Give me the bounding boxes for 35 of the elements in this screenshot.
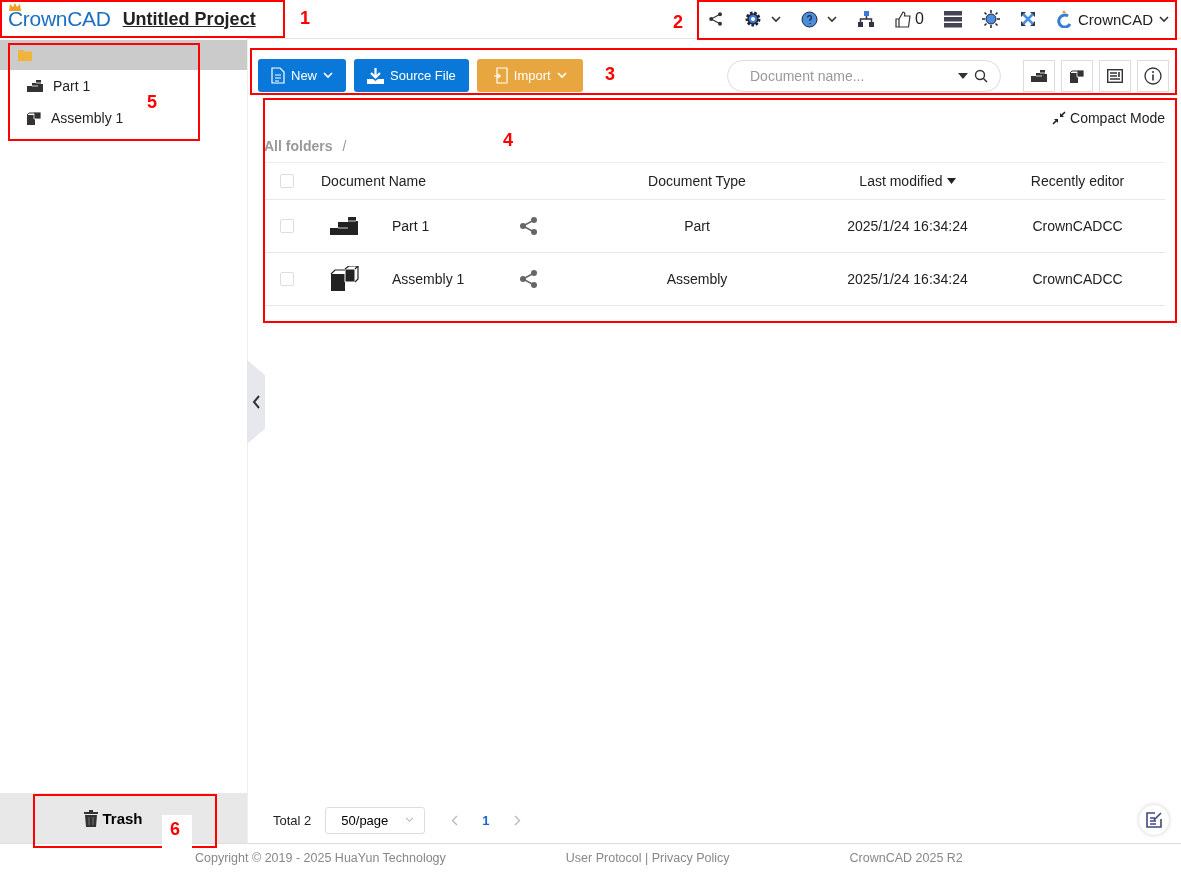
trash-button[interactable]: Trash (84, 809, 143, 827)
user-menu[interactable]: CrownCAD (1056, 10, 1169, 28)
version-text: CrownCAD 2025 R2 (849, 851, 963, 865)
page-size-select[interactable]: 50/page (325, 806, 426, 834)
table-cell[interactable]: Part 1 (392, 218, 430, 234)
annotation-number: 2 (673, 12, 683, 33)
annotation-number: 4 (503, 130, 513, 151)
column-header[interactable]: Last modified (859, 173, 956, 189)
project-title[interactable]: Untitled Project (122, 8, 256, 30)
new-button[interactable]: New (258, 59, 346, 92)
table-cell-text: CrownCADCC (1031, 218, 1124, 234)
table-cell[interactable]: Assembly 1 (392, 271, 465, 287)
column-header: Recently editor (1029, 173, 1126, 189)
table-cell-text: Part (683, 218, 711, 234)
table-cell-text: CrownCADCC (1031, 271, 1124, 287)
sidebar-item[interactable]: Part 1 (21, 70, 97, 102)
copyright-text: Copyright © 2019 - 2025 HuaYun Technology (195, 851, 446, 865)
annotation-number: 3 (605, 64, 615, 85)
download-button[interactable]: Source File (354, 59, 469, 92)
search-input[interactable]: Document name... (748, 66, 952, 85)
annotation-number: 5 (147, 92, 157, 113)
annotation-number: 6 (162, 815, 192, 848)
table-cell-text: 2025/1/24 16:34:24 (846, 218, 969, 234)
annotation-number: 1 (300, 8, 310, 29)
table-cell-text: 2025/1/24 16:34:24 (846, 271, 969, 287)
column-header: Document Type (647, 173, 747, 189)
table-cell-text: Assembly (665, 271, 729, 287)
sidebar-item[interactable]: Assembly 1 (21, 102, 130, 134)
page-number[interactable]: 1 (474, 812, 498, 828)
like-button[interactable]: 0 (895, 10, 924, 28)
compact-mode-button[interactable]: Compact Mode (1052, 110, 1165, 126)
breadcrumb-separator: / (342, 138, 347, 154)
policy-links[interactable]: User Protocol | Privacy Policy (565, 851, 730, 865)
column-header: Document Name (320, 173, 428, 189)
total-count: Total 2 (273, 812, 312, 828)
